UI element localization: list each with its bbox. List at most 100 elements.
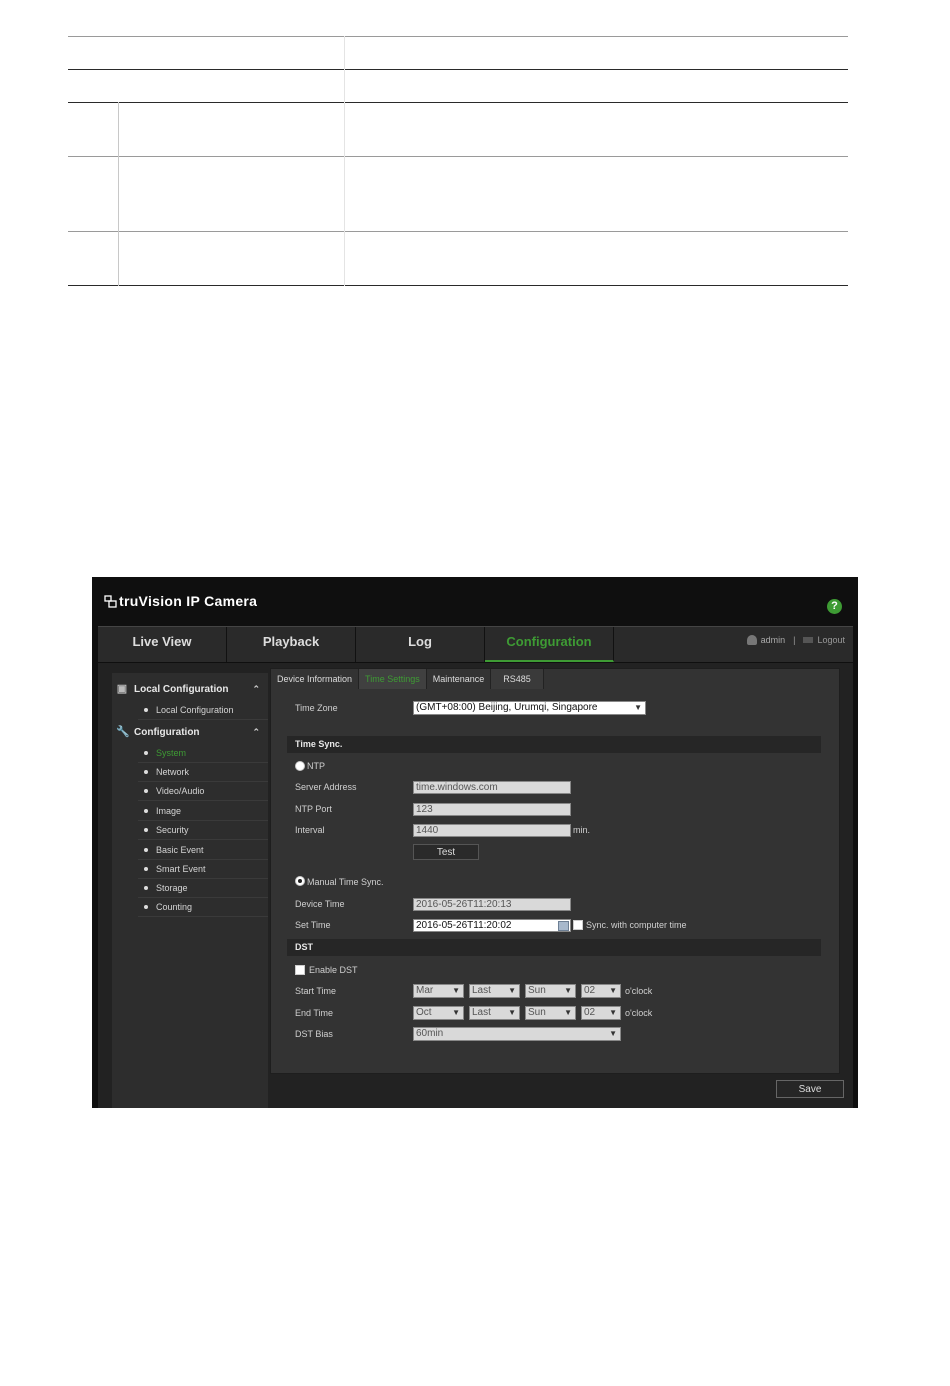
separator: |	[793, 635, 796, 645]
dst-bias-select[interactable]: 60min ▼	[413, 1027, 621, 1041]
end-time-label: End Time	[295, 1008, 334, 1018]
sidebar-section-configuration[interactable]: 🔧 Configuration ⌃	[112, 722, 268, 742]
bullet-icon	[144, 708, 148, 713]
main-nav: Live View Playback Log Configuration adm…	[98, 626, 853, 662]
time-zone-value: (GMT+08:00) Beijing, Urumqi, Singapore	[416, 702, 598, 713]
sidebar-item-security[interactable]: Security	[138, 821, 268, 840]
set-time-label: Set Time	[295, 920, 331, 930]
table-column-divider	[118, 102, 119, 286]
tab-live-view[interactable]: Live View	[98, 627, 227, 662]
sync-computer-checkbox[interactable]	[573, 920, 583, 930]
sidebar-item-storage[interactable]: Storage	[138, 879, 268, 898]
enable-dst-checkbox[interactable]	[295, 965, 305, 975]
sidebar-item-label: Video/Audio	[156, 786, 205, 796]
device-time-field: 2016-05-26T11:20:13	[413, 898, 571, 911]
truvision-logo-icon	[104, 594, 117, 608]
table-rule	[68, 285, 848, 286]
ntp-port-label: NTP Port	[295, 804, 332, 814]
server-address-label: Server Address	[295, 782, 357, 792]
end-week-value: Last	[472, 1007, 491, 1018]
table-rule	[68, 36, 848, 37]
sidebar-item-network[interactable]: Network	[138, 763, 268, 782]
bullet-icon	[144, 886, 148, 891]
sidebar-item-local-configuration[interactable]: Local Configuration	[138, 701, 268, 720]
monitor-icon: ▣	[116, 683, 128, 695]
logout-icon[interactable]	[803, 637, 814, 643]
table-rule	[68, 156, 848, 157]
sidebar-item-label: Image	[156, 806, 182, 816]
sidebar-item-label: Local Configuration	[156, 705, 234, 715]
sidebar-item-video-audio[interactable]: Video/Audio	[138, 782, 268, 801]
end-day-select[interactable]: Sun ▼	[525, 1006, 576, 1020]
sidebar-section-label: Configuration	[134, 726, 200, 738]
sync-computer-label: Sync. with computer time	[586, 920, 687, 930]
save-button[interactable]: Save	[776, 1080, 844, 1098]
bullet-icon	[144, 905, 148, 910]
chevron-down-icon: ▼	[452, 986, 460, 995]
sidebar-item-basic-event[interactable]: Basic Event	[138, 841, 268, 860]
end-week-select[interactable]: Last ▼	[469, 1006, 520, 1020]
chevron-down-icon: ▼	[634, 703, 642, 712]
start-month-select[interactable]: Mar ▼	[413, 984, 464, 998]
bullet-icon	[144, 809, 148, 814]
manual-sync-radio[interactable]	[295, 876, 305, 886]
sidebar-item-image[interactable]: Image	[138, 802, 268, 821]
sidebar-section-local[interactable]: ▣ Local Configuration ⌃	[112, 679, 268, 699]
dst-bias-label: DST Bias	[295, 1029, 333, 1039]
sidebar-item-label: System	[156, 748, 187, 758]
end-oclock: o'clock	[625, 1008, 653, 1018]
workarea: ▣ Local Configuration ⌃ Local Configurat…	[98, 663, 853, 1108]
interval-field[interactable]: 1440	[413, 824, 571, 837]
chevron-down-icon: ▼	[609, 1008, 617, 1017]
bullet-icon	[144, 867, 148, 872]
subtab-maintenance[interactable]: Maintenance	[426, 669, 492, 689]
subtab-time-settings[interactable]: Time Settings	[359, 669, 427, 689]
table-rule	[68, 102, 848, 103]
calendar-icon[interactable]	[558, 921, 569, 931]
user-area: admin | Logout	[746, 635, 845, 645]
start-day-value: Sun	[528, 985, 546, 996]
sidebar-item-label: Network	[156, 767, 190, 777]
subtab-bar: Device Information Time Settings Mainten…	[271, 669, 544, 689]
enable-dst-label: Enable DST	[309, 965, 358, 975]
subtab-rs485[interactable]: RS485	[491, 669, 544, 689]
start-day-select[interactable]: Sun ▼	[525, 984, 576, 998]
time-zone-select[interactable]: (GMT+08:00) Beijing, Urumqi, Singapore ▼	[413, 701, 646, 715]
test-button[interactable]: Test	[413, 844, 479, 860]
logout-link[interactable]: Logout	[817, 635, 845, 645]
ntp-radio[interactable]	[295, 761, 305, 771]
chevron-up-icon[interactable]: ⌃	[252, 684, 260, 695]
subtab-device-information[interactable]: Device Information	[271, 669, 360, 689]
start-hour-select[interactable]: 02 ▼	[581, 984, 621, 998]
chevron-down-icon: ▼	[564, 986, 572, 995]
ntp-port-field[interactable]: 123	[413, 803, 571, 816]
dst-bias-value: 60min	[416, 1028, 444, 1039]
sidebar: ▣ Local Configuration ⌃ Local Configurat…	[112, 673, 268, 1108]
chevron-down-icon: ▼	[508, 986, 516, 995]
time-settings-panel: Device Information Time Settings Mainten…	[270, 668, 840, 1074]
username: admin	[760, 635, 786, 645]
help-icon[interactable]: ?	[827, 599, 842, 614]
end-month-select[interactable]: Oct ▼	[413, 1006, 464, 1020]
tab-configuration[interactable]: Configuration	[485, 627, 614, 662]
table-rule	[68, 69, 848, 70]
bullet-icon	[144, 751, 148, 756]
set-time-field[interactable]: 2016-05-26T11:20:02	[413, 919, 571, 932]
sidebar-item-system[interactable]: System	[138, 744, 268, 763]
tab-playback[interactable]: Playback	[227, 627, 356, 662]
end-hour-select[interactable]: 02 ▼	[581, 1006, 621, 1020]
sidebar-item-counting[interactable]: Counting	[138, 898, 268, 917]
start-week-select[interactable]: Last ▼	[469, 984, 520, 998]
chevron-up-icon[interactable]: ⌃	[252, 727, 260, 738]
camera-ui-screenshot: truVision IP Camera ? Live View Playback…	[92, 577, 858, 1108]
server-address-field[interactable]: time.windows.com	[413, 781, 571, 794]
time-sync-header: Time Sync.	[287, 736, 821, 753]
start-hour-value: 02	[584, 985, 596, 996]
sidebar-item-label: Storage	[156, 883, 188, 893]
tab-log[interactable]: Log	[356, 627, 485, 662]
sidebar-item-label: Basic Event	[156, 845, 204, 855]
manual-sync-label: Manual Time Sync.	[307, 877, 384, 887]
sidebar-item-smart-event[interactable]: Smart Event	[138, 860, 268, 879]
brand-logo: truVision IP Camera	[104, 589, 257, 613]
bullet-icon	[144, 789, 148, 794]
